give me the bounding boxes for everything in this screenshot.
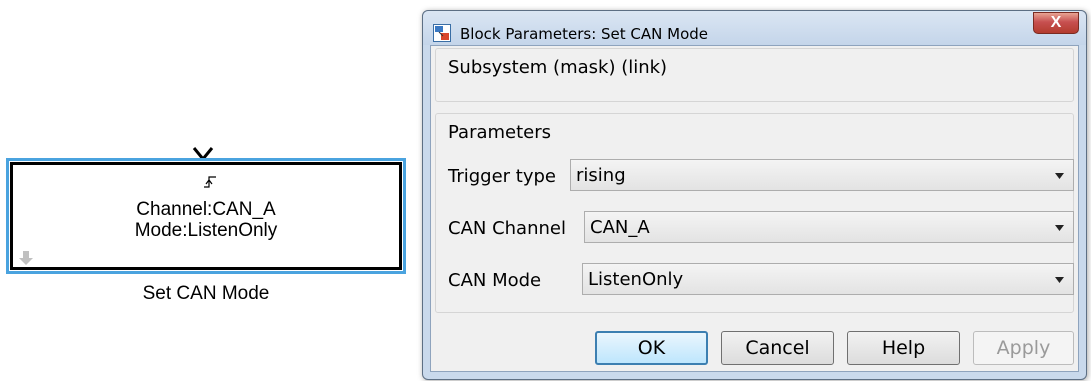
ok-button[interactable]: OK <box>595 331 708 365</box>
window-title: Block Parameters: Set CAN Mode <box>460 25 709 43</box>
chevron-down-icon <box>1055 225 1064 231</box>
subsystem-block[interactable]: Channel:CAN_A Mode:ListenOnly <box>6 158 406 274</box>
app-icon <box>433 24 451 42</box>
block-name[interactable]: Set CAN Mode <box>6 283 406 305</box>
parameters-group: Parameters Trigger type rising CAN Chann… <box>435 113 1074 313</box>
close-button[interactable]: X <box>1033 12 1079 34</box>
trigger-type-label: Trigger type <box>448 166 557 187</box>
block-annotation: Channel:CAN_A Mode:ListenOnly <box>13 199 399 241</box>
title-bar[interactable]: Block Parameters: Set CAN Mode X <box>423 11 1086 45</box>
can-channel-label: CAN Channel <box>448 218 566 239</box>
model-canvas: Channel:CAN_A Mode:ListenOnly Set CAN Mo… <box>0 0 420 381</box>
help-button[interactable]: Help <box>847 331 960 365</box>
chevron-down-icon <box>1055 277 1064 283</box>
apply-button[interactable]: Apply <box>973 331 1074 365</box>
rising-edge-icon <box>204 176 216 188</box>
block-body[interactable]: Channel:CAN_A Mode:ListenOnly <box>10 162 402 270</box>
can-mode-value: ListenOnly <box>588 269 684 290</box>
block-parameters-dialog: Block Parameters: Set CAN Mode X Subsyst… <box>422 10 1087 380</box>
trigger-type-value: rising <box>576 165 626 186</box>
chevron-down-icon <box>1055 173 1064 179</box>
can-channel-select[interactable]: CAN_A <box>584 211 1074 243</box>
can-channel-value: CAN_A <box>590 217 650 238</box>
block-channel-text: Channel:CAN_A <box>136 199 276 220</box>
block-mode-text: Mode:ListenOnly <box>134 220 278 241</box>
parameters-label: Parameters <box>448 122 552 143</box>
cancel-button[interactable]: Cancel <box>721 331 834 365</box>
can-mode-select[interactable]: ListenOnly <box>582 263 1074 295</box>
down-arrow-icon <box>19 251 33 265</box>
can-mode-label: CAN Mode <box>448 270 542 291</box>
description-group: Subsystem (mask) (link) <box>435 48 1074 102</box>
trigger-type-select[interactable]: rising <box>570 159 1074 191</box>
description-text: Subsystem (mask) (link) <box>448 57 668 78</box>
dialog-client: Subsystem (mask) (link) Parameters Trigg… <box>430 45 1079 372</box>
